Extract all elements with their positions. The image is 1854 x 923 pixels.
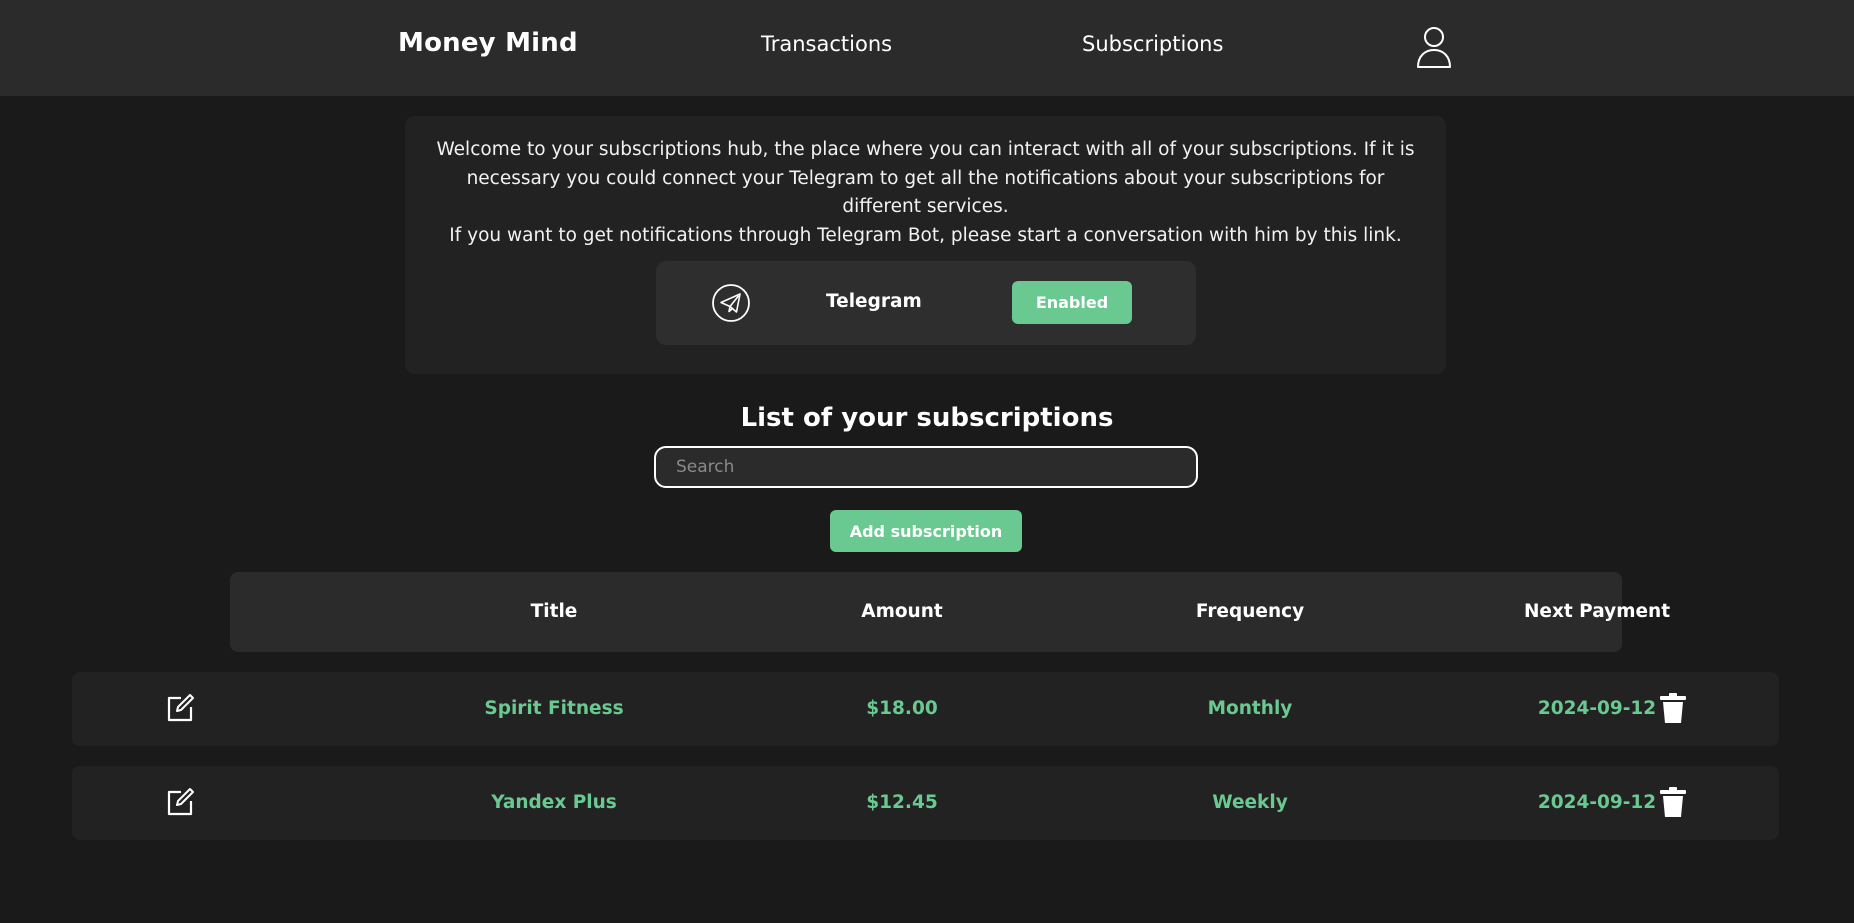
column-header-next-payment: Next Payment bbox=[1523, 601, 1671, 622]
list-title: List of your subscriptions bbox=[740, 403, 1114, 433]
telegram-status-button[interactable]: Enabled bbox=[1012, 281, 1132, 324]
user-icon[interactable] bbox=[1416, 26, 1452, 68]
cell-amount: $12.45 bbox=[866, 792, 938, 813]
cell-title: Yandex Plus bbox=[491, 792, 617, 813]
cell-frequency: Monthly bbox=[1207, 698, 1293, 719]
column-header-frequency: Frequency bbox=[1195, 601, 1305, 622]
brand-logo[interactable]: Money Mind bbox=[398, 28, 578, 58]
search-input[interactable] bbox=[654, 446, 1198, 488]
trash-icon[interactable] bbox=[1659, 786, 1687, 818]
add-subscription-button[interactable]: Add subscription bbox=[830, 510, 1022, 552]
column-header-amount: Amount bbox=[861, 601, 943, 622]
cell-frequency: Weekly bbox=[1212, 792, 1288, 813]
table-row: Spirit Fitness $18.00 Monthly 2024-09-12 bbox=[72, 672, 1779, 746]
cell-amount: $18.00 bbox=[866, 698, 938, 719]
edit-icon[interactable] bbox=[164, 786, 196, 818]
telegram-info-card: Welcome to your subscriptions hub, the p… bbox=[405, 116, 1446, 374]
info-paragraph-welcome: Welcome to your subscriptions hub, the p… bbox=[436, 139, 1415, 217]
telegram-label: Telegram bbox=[826, 291, 922, 312]
column-header-title: Title bbox=[530, 601, 578, 622]
edit-icon[interactable] bbox=[164, 692, 196, 724]
table-row: Yandex Plus $12.45 Weekly 2024-09-12 bbox=[72, 766, 1779, 840]
info-paragraph-telegram-link[interactable]: If you want to get notifications through… bbox=[425, 222, 1426, 251]
table-header: Title Amount Frequency Next Payment bbox=[230, 572, 1670, 652]
telegram-connection: Telegram Enabled bbox=[656, 261, 1196, 345]
nav-transactions[interactable]: Transactions bbox=[761, 32, 892, 56]
nav-subscriptions[interactable]: Subscriptions bbox=[1082, 32, 1223, 56]
cell-title: Spirit Fitness bbox=[484, 698, 624, 719]
info-text: Welcome to your subscriptions hub, the p… bbox=[425, 136, 1426, 250]
trash-icon[interactable] bbox=[1659, 692, 1687, 724]
top-nav-bar: Money Mind Transactions Subscriptions bbox=[0, 0, 1854, 96]
telegram-icon bbox=[712, 284, 750, 322]
cell-next-payment: 2024-09-12 bbox=[1537, 698, 1657, 719]
cell-next-payment: 2024-09-12 bbox=[1537, 792, 1657, 813]
